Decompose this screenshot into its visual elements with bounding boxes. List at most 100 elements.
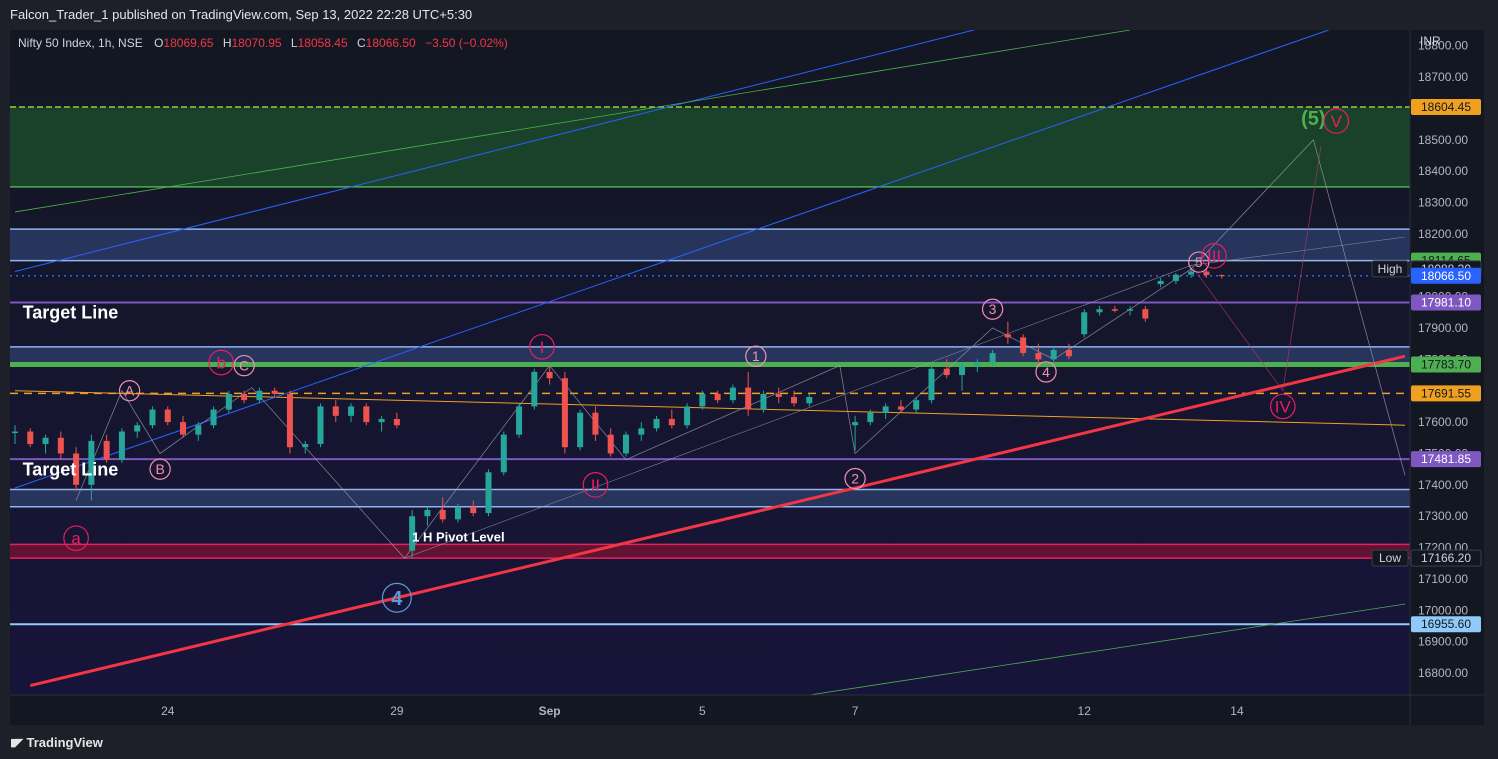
candle-body-50 bbox=[775, 393, 782, 398]
candle-body-67 bbox=[1065, 349, 1072, 357]
candle-body-62 bbox=[989, 353, 996, 363]
candle-body-33 bbox=[516, 406, 523, 435]
candle-body-45 bbox=[699, 393, 706, 407]
x-tick-label: 7 bbox=[852, 704, 859, 718]
candle-body-53 bbox=[852, 422, 859, 426]
candle-body-23 bbox=[363, 406, 370, 423]
candle-body-76 bbox=[1203, 271, 1210, 275]
candle-body-63 bbox=[1004, 334, 1011, 338]
price-chart[interactable]: aABb C4III1234IV5 III(5) VTarget LineTarget… bbox=[10, 30, 1484, 725]
candle-body-2 bbox=[42, 437, 49, 445]
y-tick-label: 18400.00 bbox=[1418, 164, 1468, 178]
candle-body-34 bbox=[531, 371, 538, 407]
wave-label-11: 4 bbox=[1042, 364, 1050, 380]
chart-frame[interactable]: a A Bb C 4 I II 1 2 3 4 IV 5 III (5) V Target Line Target… bbox=[10, 30, 1484, 725]
candle-body-49 bbox=[760, 393, 767, 410]
candle-body-59 bbox=[943, 368, 950, 376]
candle-body-71 bbox=[1127, 309, 1134, 311]
annotation-label-0: Target Line bbox=[23, 303, 119, 323]
x-tick-label: 29 bbox=[390, 704, 404, 718]
wave-label-16: V bbox=[1331, 112, 1343, 131]
candle-body-30 bbox=[470, 506, 477, 514]
y-tick-label: 17400.00 bbox=[1418, 478, 1468, 492]
candle-body-17 bbox=[271, 390, 278, 394]
price-box-label-9: 16955.60 bbox=[1421, 617, 1471, 631]
wave-label-6: I bbox=[540, 338, 545, 357]
candle-body-44 bbox=[684, 406, 691, 426]
candle-body-40 bbox=[622, 434, 629, 454]
x-tick-label: 12 bbox=[1078, 704, 1092, 718]
candle-body-22 bbox=[348, 406, 355, 416]
wave-label-12: IV bbox=[1275, 397, 1292, 416]
candle-body-42 bbox=[653, 418, 660, 429]
price-box-label-3: 18066.50 bbox=[1421, 269, 1471, 283]
candle-body-37 bbox=[577, 412, 584, 448]
candle-body-73 bbox=[1157, 280, 1164, 285]
y-tick-label: 16900.00 bbox=[1418, 635, 1468, 649]
wave-label-4: C bbox=[239, 358, 249, 374]
wave-label-8: 1 bbox=[752, 348, 760, 364]
price-box-label-0: 18604.45 bbox=[1421, 100, 1471, 114]
price-box-label-6: 17691.55 bbox=[1421, 386, 1471, 400]
symbol-legend: Nifty 50 Index, 1h, NSE O18069.65 H18070… bbox=[18, 36, 508, 50]
x-tick-label: 14 bbox=[1230, 704, 1244, 718]
price-box-label-4: 17981.10 bbox=[1421, 296, 1471, 310]
candle-body-46 bbox=[714, 393, 721, 401]
candle-body-41 bbox=[638, 428, 645, 435]
candle-body-27 bbox=[424, 509, 431, 517]
candle-body-36 bbox=[561, 378, 568, 448]
candle-body-19 bbox=[302, 444, 309, 448]
candle-body-24 bbox=[378, 418, 385, 423]
candle-body-32 bbox=[500, 434, 507, 473]
candle-body-55 bbox=[882, 406, 889, 413]
candle-body-8 bbox=[134, 425, 141, 432]
y-tick-label: 18300.00 bbox=[1418, 196, 1468, 210]
y-tick-label: 18700.00 bbox=[1418, 70, 1468, 84]
publish-info: Falcon_Trader_1 published on TradingView… bbox=[0, 0, 1498, 30]
candle-body-77 bbox=[1218, 274, 1225, 276]
candle-body-65 bbox=[1035, 353, 1042, 360]
candle-body-39 bbox=[607, 434, 614, 454]
wave-label-2: B bbox=[155, 461, 164, 477]
wave-label-15: (5) bbox=[1301, 108, 1325, 130]
y-tick-label: 17000.00 bbox=[1418, 603, 1468, 617]
candle-body-31 bbox=[485, 472, 492, 514]
candle-body-74 bbox=[1172, 274, 1179, 281]
candle-body-56 bbox=[897, 406, 904, 410]
x-tick-label: 24 bbox=[161, 704, 175, 718]
y-tick-label: 18200.00 bbox=[1418, 227, 1468, 241]
tradingview-logo[interactable]: ▮◤ TradingView bbox=[10, 735, 103, 750]
candle-body-1 bbox=[27, 431, 34, 445]
x-tick-label: 5 bbox=[699, 704, 706, 718]
candle-body-61 bbox=[974, 362, 981, 366]
wave-label-5: 4 bbox=[391, 588, 403, 610]
candle-body-0 bbox=[12, 431, 18, 434]
y-tick-label: 17900.00 bbox=[1418, 321, 1468, 335]
candle-body-14 bbox=[225, 393, 232, 410]
price-tag-8: Low bbox=[1379, 551, 1401, 565]
candle-body-12 bbox=[195, 425, 202, 435]
annotation-label-2: 1 H Pivot Level bbox=[412, 529, 504, 544]
y-tick-label: 18500.00 bbox=[1418, 133, 1468, 147]
candle-body-21 bbox=[332, 406, 339, 416]
candle-body-43 bbox=[668, 418, 675, 426]
candle-body-51 bbox=[791, 397, 798, 404]
wave-label-0: a bbox=[71, 529, 81, 548]
candle-body-16 bbox=[256, 390, 263, 401]
zone-3 bbox=[10, 489, 1410, 507]
x-tick-label: Sep bbox=[539, 704, 561, 718]
wave-label-9: 2 bbox=[851, 470, 859, 486]
wave-label-3: b bbox=[216, 353, 225, 372]
y-tick-label: 17600.00 bbox=[1418, 415, 1468, 429]
wave-label-10: 3 bbox=[989, 301, 997, 317]
wave-label-1: A bbox=[125, 383, 135, 399]
candle-body-35 bbox=[546, 371, 553, 379]
candle-body-60 bbox=[959, 365, 966, 376]
footer: ▮◤ TradingView bbox=[0, 725, 1498, 759]
candle-body-69 bbox=[1096, 309, 1103, 313]
price-box-label-8: 17166.20 bbox=[1421, 551, 1471, 565]
candle-body-58 bbox=[928, 368, 935, 401]
candle-body-75 bbox=[1188, 271, 1195, 275]
wave-label-14: III bbox=[1207, 247, 1221, 266]
candle-body-54 bbox=[867, 412, 874, 423]
